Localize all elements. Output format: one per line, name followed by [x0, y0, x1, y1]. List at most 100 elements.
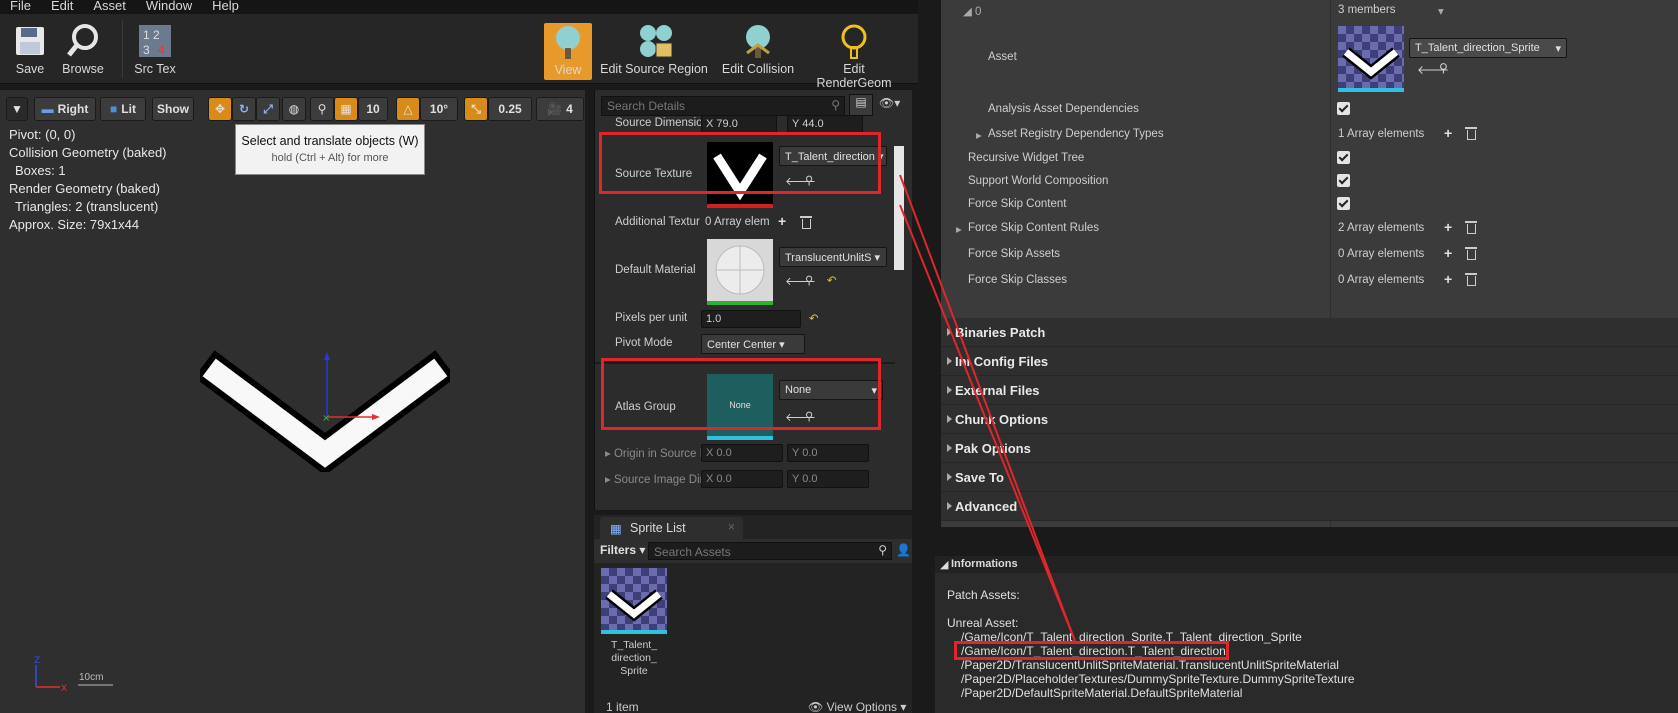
tree-region-icon [636, 22, 672, 60]
recursive-widget-tree-checkbox[interactable] [1337, 151, 1350, 164]
expand-arrow-icon [947, 473, 952, 481]
details-search-input[interactable]: Search Details ⚲ [601, 96, 845, 116]
tree-outline-icon [836, 22, 872, 60]
menu-edit[interactable]: Edit [41, 0, 83, 13]
source-dimension-x[interactable]: X 79.0 [701, 115, 777, 133]
viewport-options-button[interactable]: ▼ [6, 97, 28, 121]
sprite-viewport[interactable]: ▼ ▬ Right ■ Lit Show ✥ ↻ ⤢ ◍ ⚲ ▦ 10 △ 10… [0, 90, 588, 713]
show-button[interactable]: Show [152, 97, 194, 121]
pivot-mode-combo[interactable]: Center Center ▾ [701, 334, 805, 354]
close-icon[interactable]: × [728, 520, 735, 534]
svg-text:1 2: 1 2 [143, 28, 160, 42]
reset-default-icon[interactable]: ↶ [827, 273, 837, 287]
eye-icon[interactable]: 👁▾ [879, 96, 900, 110]
material-thumbnail[interactable] [707, 239, 773, 305]
reset-default-icon[interactable]: ↶ [809, 311, 819, 325]
toolbar-separator [122, 20, 123, 78]
grid-snap-toggle[interactable]: ▦ [334, 97, 358, 121]
add-element-icon[interactable]: + [778, 213, 786, 229]
additional-textures-row: Additional Textur 0 Array elem + [595, 213, 895, 234]
rotation-snap-value[interactable]: 10° [420, 97, 458, 121]
support-world-composition-checkbox[interactable] [1337, 174, 1350, 187]
menu-asset[interactable]: Asset [83, 0, 136, 13]
section-advanced[interactable]: Advanced [941, 492, 1678, 521]
tab-sprite-list[interactable]: ▦ Sprite List × [600, 517, 743, 539]
edit-render-geom-button[interactable]: Edit RenderGeom [806, 22, 902, 90]
view-mode-button[interactable]: View [544, 23, 592, 80]
section-external-files[interactable]: External Files [941, 376, 1678, 405]
section-chunk-options[interactable]: Chunk Options [941, 405, 1678, 434]
grid-icon: ▦ [340, 102, 352, 116]
source-image-dim-y-input[interactable]: Y 0.0 [787, 470, 869, 488]
translate-tool-button[interactable]: ✥ [208, 97, 232, 121]
collapse-arrow-icon: ◢ [940, 559, 949, 571]
src-tex-button[interactable]: 1 234 Src Tex [130, 22, 180, 76]
asset-path-line: /Paper2D/TranslucentUnlitSpriteMaterial.… [961, 658, 1339, 672]
move-icon: ✥ [214, 102, 226, 116]
menu-help[interactable]: Help [202, 0, 249, 13]
trash-icon[interactable] [800, 216, 812, 229]
add-element-icon[interactable]: + [1444, 219, 1452, 235]
trash-icon[interactable] [1465, 273, 1477, 286]
section-ini-config-files[interactable]: Ini Config Files [941, 347, 1678, 376]
scale-tool-button[interactable]: ⤢ [256, 97, 280, 121]
details-scrollbar[interactable] [894, 146, 904, 270]
section-pak-options[interactable]: Pak Options [941, 434, 1678, 463]
world-local-button[interactable]: ◍ [282, 97, 306, 121]
asset-combo[interactable]: T_Talent_direction_Sprite ▾ [1409, 38, 1567, 58]
analysis-asset-dependencies-checkbox[interactable] [1337, 102, 1350, 115]
add-element-icon[interactable]: + [1444, 125, 1452, 141]
camera-speed-button[interactable]: 🎥 4 [536, 97, 584, 121]
item-count: 1 item [606, 700, 639, 713]
user-icon[interactable]: 👤 [896, 543, 911, 557]
origin-y-input[interactable]: Y 0.0 [787, 444, 869, 462]
browse-button[interactable]: Browse [58, 22, 108, 76]
scale-snap-toggle[interactable]: ⤡ [464, 97, 488, 121]
property-matrix-button[interactable]: ▤ [849, 94, 873, 116]
translate-tooltip: Select and translate objects (W) hold (C… [235, 124, 425, 175]
sprite-asset-tile[interactable]: T_Talent_ direction_ Sprite [601, 568, 667, 678]
asset-search-input[interactable]: Search Assets ⚲ [648, 542, 892, 560]
filters-button[interactable]: Filters ▾ [600, 543, 645, 557]
add-element-icon[interactable]: + [1444, 271, 1452, 287]
rotate-tool-button[interactable]: ↻ [232, 97, 256, 121]
array-index-row: ◢ 0 3 members ▾ [963, 4, 1444, 18]
trash-icon[interactable] [1465, 247, 1477, 260]
default-material-combo[interactable]: TranslucentUnlitS ▾ [779, 247, 887, 267]
chevron-down-icon[interactable]: ▾ [1438, 4, 1444, 18]
rotation-snap-toggle[interactable]: △ [396, 97, 420, 121]
svg-text:X: X [61, 684, 67, 694]
asset-thumbnail[interactable] [1338, 26, 1404, 92]
view-options-button[interactable]: 👁 View Options ▾ [808, 700, 906, 713]
scale-snap-value[interactable]: 0.25 [488, 97, 532, 121]
source-image-dim-x-input[interactable]: X 0.0 [701, 470, 783, 488]
informations-header[interactable]: ◢ Informations [935, 556, 1678, 573]
menu-window[interactable]: Window [136, 0, 202, 13]
browse-search-icon[interactable]: ⚲ [805, 273, 813, 287]
add-element-icon[interactable]: + [1444, 245, 1452, 261]
surface-snap-button[interactable]: ⚲ [310, 97, 334, 121]
save-button[interactable]: Save [6, 22, 54, 76]
source-dimension-y[interactable]: Y 44.0 [787, 115, 863, 133]
force-skip-content-checkbox[interactable] [1337, 197, 1350, 210]
rotate-icon: ↻ [238, 102, 250, 116]
angle-icon: △ [403, 102, 413, 116]
origin-x-input[interactable]: X 0.0 [701, 444, 783, 462]
browse-search-icon[interactable]: ⚲ [1439, 61, 1448, 75]
edit-source-region-button[interactable]: Edit Source Region [600, 22, 708, 76]
lit-button[interactable]: ■ Lit [100, 97, 146, 121]
tree-collision-icon [740, 22, 776, 60]
force-skip-content-row: Force Skip Content [941, 191, 1678, 217]
menu-file[interactable]: File [0, 0, 41, 13]
magnifier-icon [65, 22, 101, 60]
view-right-button[interactable]: ▬ Right [34, 97, 96, 121]
sprite-list-panel: ▦ Sprite List × Filters ▾ Search Assets … [594, 515, 912, 713]
trash-icon[interactable] [1465, 221, 1477, 234]
pixels-per-unit-input[interactable]: 1.0 [701, 310, 801, 328]
section-binaries-patch[interactable]: Binaries Patch [941, 318, 1678, 347]
section-save-to[interactable]: Save To [941, 463, 1678, 492]
edit-collision-button[interactable]: Edit Collision [718, 22, 798, 76]
patch-settings-panel: ◢ 0 3 members ▾ Asset T_Talent_direction… [941, 0, 1678, 527]
trash-icon[interactable] [1465, 127, 1477, 140]
grid-snap-value[interactable]: 10 [358, 97, 388, 121]
